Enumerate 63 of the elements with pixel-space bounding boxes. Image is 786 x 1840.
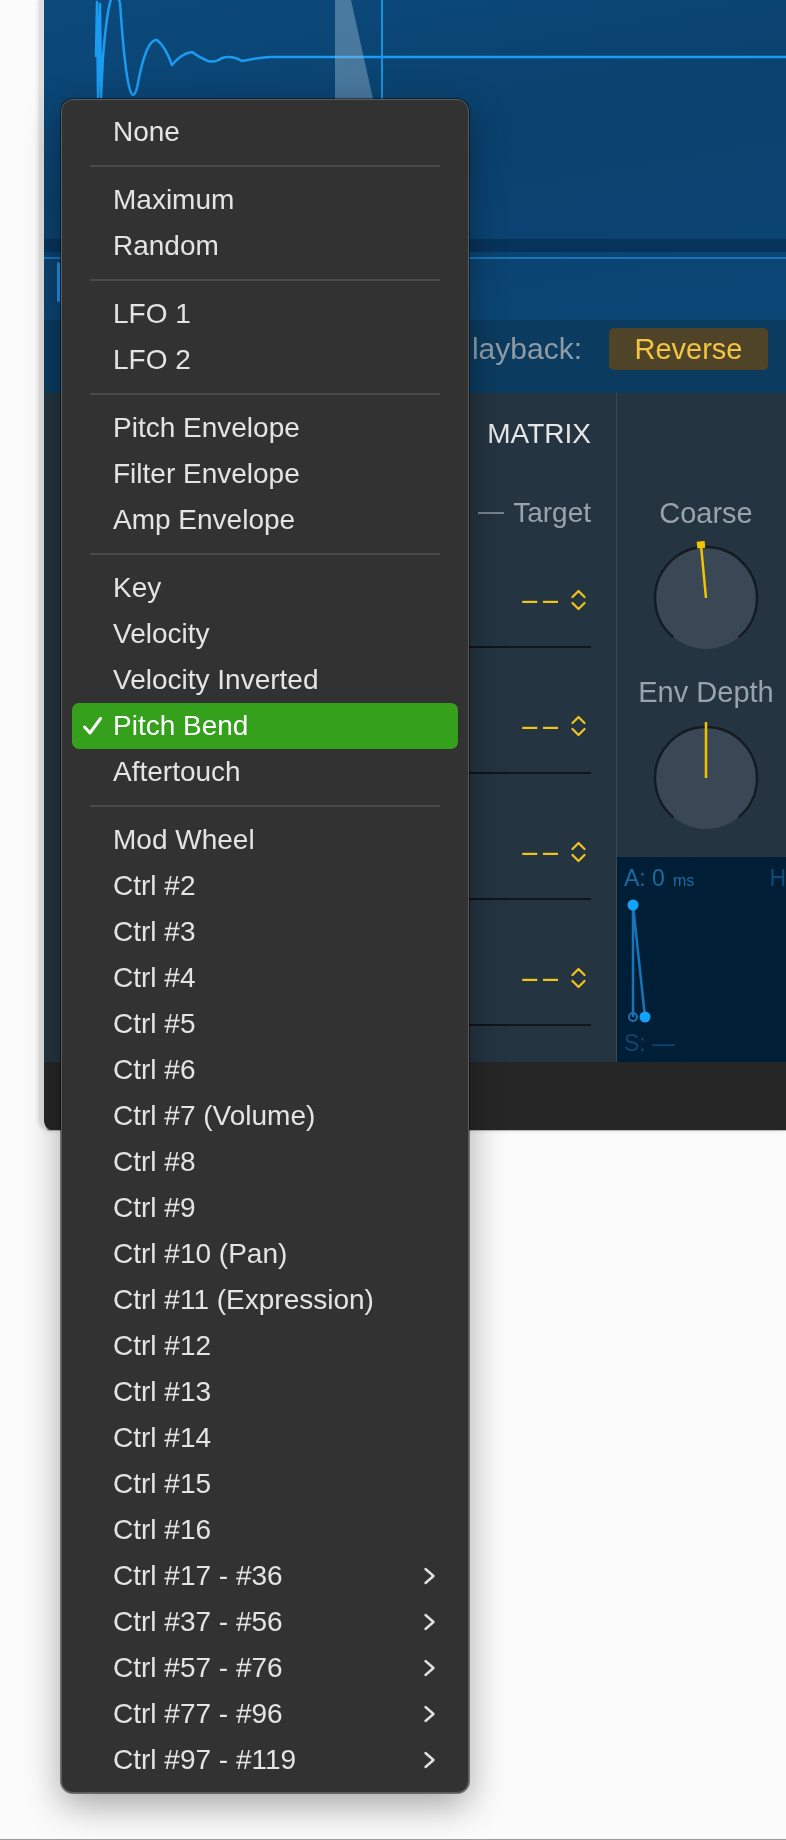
menu-item[interactable]: Velocity [72, 611, 458, 657]
attack-unit: ms [672, 871, 695, 891]
menu-item[interactable]: Ctrl #5 [72, 1001, 458, 1047]
sustain-value: S: — [624, 1031, 677, 1055]
menu-item[interactable]: Ctrl #3 [72, 909, 458, 955]
up-down-chevron-icon [571, 588, 586, 612]
menu-item[interactable]: Ctrl #11 (Expression) [72, 1277, 458, 1323]
menu-item[interactable]: Aftertouch [72, 749, 458, 795]
menu-item[interactable]: Ctrl #16 [72, 1507, 458, 1553]
menu-item[interactable]: LFO 1 [72, 291, 458, 337]
chevron-right-icon [423, 1567, 436, 1585]
knob-label: Env Depth [638, 675, 774, 709]
menu-item[interactable]: Ctrl #6 [72, 1047, 458, 1093]
knob[interactable] [651, 721, 761, 831]
chevron-right-icon [423, 1659, 436, 1677]
menu-item[interactable]: Amp Envelope [72, 497, 458, 543]
menu-item[interactable]: Ctrl #14 [72, 1415, 458, 1461]
knob-label: Coarse [659, 496, 753, 530]
menu-item[interactable]: Ctrl #7 (Volume) [72, 1093, 458, 1139]
menu-item[interactable]: Ctrl #8 [72, 1139, 458, 1185]
partial-label: H [769, 864, 786, 892]
menu-item[interactable]: Ctrl #57 - #76 [72, 1645, 458, 1691]
menu-item[interactable]: Ctrl #10 (Pan) [72, 1231, 458, 1277]
up-down-chevron-icon [571, 714, 586, 738]
menu-item[interactable]: Ctrl #4 [72, 955, 458, 1001]
menu-item[interactable]: Ctrl #17 - #36 [72, 1553, 458, 1599]
range-handle[interactable] [57, 262, 60, 302]
menu-item[interactable]: Velocity Inverted [72, 657, 458, 703]
menu-item[interactable]: Mod Wheel [72, 817, 458, 863]
menu-item[interactable]: Ctrl #15 [72, 1461, 458, 1507]
target-popup[interactable]: -- [518, 961, 591, 995]
envelope-handle[interactable] [627, 899, 639, 911]
section-title: MATRIX [487, 417, 591, 451]
menu-item[interactable]: Maximum [72, 177, 458, 223]
column-header: Target [513, 496, 591, 530]
menu-item[interactable]: LFO 2 [72, 337, 458, 383]
chevron-right-icon [423, 1751, 436, 1769]
menu-item[interactable]: None [72, 109, 458, 155]
menu-item[interactable]: Ctrl #13 [72, 1369, 458, 1415]
target-popup[interactable]: -- [518, 835, 591, 869]
checkmark-icon [82, 716, 103, 736]
target-popup[interactable]: -- [518, 583, 591, 617]
envelope-handle[interactable] [628, 1012, 638, 1022]
menu-item[interactable]: Ctrl #37 - #56 [72, 1599, 458, 1645]
menu-item[interactable]: Ctrl #12 [72, 1323, 458, 1369]
up-down-chevron-icon [571, 966, 586, 990]
menu-item[interactable]: Random [72, 223, 458, 269]
menu-item[interactable]: Filter Envelope [72, 451, 458, 497]
menu-item[interactable]: Ctrl #97 - #119 [72, 1737, 458, 1783]
menu-item[interactable]: Ctrl #2 [72, 863, 458, 909]
up-down-chevron-icon [571, 840, 586, 864]
playback-mode-button[interactable]: Reverse [609, 328, 768, 370]
envelope-handle[interactable] [639, 1011, 651, 1023]
menu-item[interactable]: Pitch Envelope [72, 405, 458, 451]
menu-item[interactable]: Ctrl #9 [72, 1185, 458, 1231]
attack-value: A: 0 [624, 864, 665, 892]
target-popup[interactable]: -- [518, 709, 591, 743]
playback-label: layback: [471, 331, 582, 367]
chevron-right-icon [423, 1705, 436, 1723]
knob[interactable] [651, 541, 761, 651]
menu-item[interactable]: Ctrl #77 - #96 [72, 1691, 458, 1737]
menu-item[interactable]: Key [72, 565, 458, 611]
chevron-right-icon [423, 1613, 436, 1631]
